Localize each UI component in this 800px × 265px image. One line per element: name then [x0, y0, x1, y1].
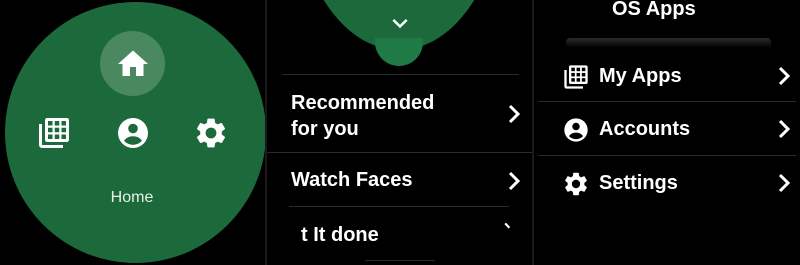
- navigation-panel: Home: [0, 0, 265, 265]
- chevron-down-icon[interactable]: [390, 16, 410, 32]
- divider: [289, 206, 509, 207]
- list-item-label: Recommended: [291, 92, 435, 114]
- home-icon: [118, 50, 148, 76]
- menu-item-my-apps[interactable]: My Apps: [562, 63, 797, 91]
- apps-grid-icon: [564, 65, 588, 89]
- list-item-label: Watch Faces: [291, 169, 413, 191]
- partial-header: OS Apps: [612, 0, 696, 20]
- list-item-get-it-done[interactable]: t It done: [291, 222, 521, 250]
- home-label: Home: [110, 189, 154, 206]
- list-item-label: for you: [291, 118, 359, 140]
- menu-item-accounts[interactable]: Accounts: [562, 116, 797, 144]
- account-circle-icon: [564, 118, 588, 142]
- chevron-right-icon: [504, 222, 511, 229]
- list-item-recommended[interactable]: Recommended for you: [291, 90, 521, 146]
- chevron-right-icon: [778, 173, 791, 193]
- scroll-knob: [375, 38, 423, 66]
- divider: [538, 155, 796, 156]
- chevron-right-icon: [778, 119, 791, 139]
- chevron-right-icon: [508, 171, 521, 191]
- chevron-right-icon: [778, 66, 791, 86]
- divider: [365, 260, 435, 261]
- scroll-edge: [566, 38, 771, 48]
- divider: [282, 74, 519, 75]
- list-item-watch-faces[interactable]: Watch Faces: [291, 167, 521, 195]
- apps-grid-icon[interactable]: [36, 115, 72, 151]
- menu-item-settings[interactable]: Settings: [562, 170, 797, 198]
- list-panel: Recommended for you Watch Faces t It don…: [267, 0, 532, 265]
- chevron-right-icon: [508, 104, 521, 124]
- menu-panel: OS Apps My Apps Accounts Settings: [534, 0, 800, 265]
- gear-icon[interactable]: [193, 115, 229, 151]
- gear-icon: [565, 172, 587, 196]
- divider: [538, 101, 796, 102]
- divider: [267, 152, 532, 153]
- account-circle-icon[interactable]: [115, 115, 151, 151]
- menu-item-label: My Apps: [599, 65, 682, 87]
- menu-item-label: Settings: [599, 172, 678, 194]
- list-item-label: t It done: [301, 224, 379, 246]
- menu-item-label: Accounts: [599, 118, 691, 140]
